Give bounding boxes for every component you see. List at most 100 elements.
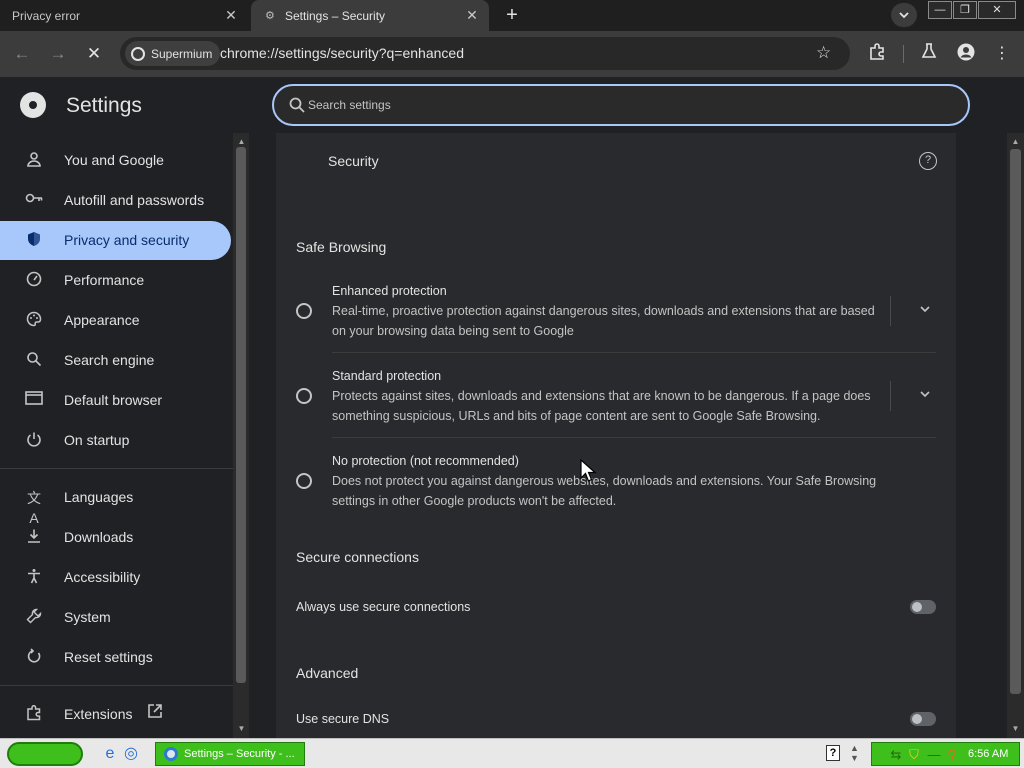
tab-settings-security[interactable]: ⚙ Settings – Security ✕	[251, 0, 489, 31]
start-button[interactable]	[7, 742, 83, 766]
scroll-up-arrow-icon[interactable]: ▲	[1011, 137, 1020, 146]
search-icon	[24, 351, 44, 371]
back-button[interactable]: ←	[10, 42, 34, 66]
scroll-down-arrow-icon[interactable]: ▼	[1011, 724, 1020, 733]
sidebar-item-autofill[interactable]: Autofill and passwords	[0, 181, 231, 220]
chevron-down-icon[interactable]	[917, 388, 933, 404]
omnibox[interactable]: Supermium chrome://settings/security?q=e…	[120, 37, 850, 70]
forward-button[interactable]: →	[46, 42, 70, 66]
option-divider	[332, 352, 936, 353]
internet-explorer-icon[interactable]: e	[100, 744, 120, 764]
option-separator	[890, 381, 891, 411]
option-title: Standard protection	[332, 369, 442, 383]
option-divider	[332, 437, 936, 438]
tab-title: Settings – Security	[285, 8, 386, 23]
new-tab-button[interactable]: +	[500, 4, 524, 26]
sidebar-item-performance[interactable]: Performance	[0, 261, 231, 300]
tab-search-button[interactable]	[891, 3, 917, 27]
sidebar-item-label: On startup	[64, 432, 130, 448]
power-icon	[24, 431, 44, 451]
safe-browsing-heading: Safe Browsing	[296, 239, 387, 255]
sidebar-item-privacy-and-security[interactable]: Privacy and security	[0, 221, 231, 260]
option-description: Does not protect you against dangerous w…	[332, 474, 877, 508]
tab-title: Privacy error	[12, 8, 81, 23]
page-scrollbar[interactable]: ▲ ▼	[1007, 133, 1024, 738]
sidebar-item-you-and-google[interactable]: You and Google	[0, 141, 231, 180]
sidebar-item-system[interactable]: System	[0, 598, 231, 637]
search-input[interactable]	[308, 95, 928, 115]
clock: 6:56 AM	[968, 748, 1009, 760]
sidebar-item-accessibility[interactable]: Accessibility	[0, 558, 231, 597]
search-tray-icon[interactable]: ⚲	[944, 747, 960, 763]
settings-main: Security ? Safe Browsing Enhanced protec…	[249, 133, 1007, 738]
enhanced-protection-radio[interactable]	[296, 303, 312, 319]
network-icon[interactable]: ⇆	[888, 747, 904, 763]
tray-expand-icon[interactable]: ▲ ▼	[850, 743, 859, 763]
person-icon	[24, 151, 44, 171]
chip-label: Supermium	[151, 46, 213, 61]
sidebar-item-label: Languages	[64, 489, 134, 505]
shield-icon	[24, 231, 44, 251]
url-text[interactable]: chrome://settings/security?q=enhanced	[220, 45, 464, 61]
security-shield-icon[interactable]: ⛉	[906, 747, 922, 763]
scrollbar-thumb[interactable]	[236, 147, 246, 683]
secure-dns-toggle[interactable]	[910, 712, 936, 726]
browser-logo-icon	[131, 46, 145, 61]
option-separator	[890, 296, 891, 326]
stop-loading-button[interactable]: ✕	[82, 42, 106, 66]
tab-privacy-error[interactable]: Privacy error ✕	[0, 0, 248, 31]
system-tray: ⇆ ⛉ — ⚲ 6:56 AM	[871, 742, 1020, 766]
no-protection-radio[interactable]	[296, 473, 312, 489]
bookmark-star-icon[interactable]: ☆	[816, 43, 831, 63]
help-icon[interactable]: ?	[919, 152, 937, 170]
always-secure-label: Always use secure connections	[296, 600, 471, 614]
browser-quicklaunch-icon[interactable]: ◎	[121, 744, 141, 764]
close-icon[interactable]: ✕	[224, 8, 238, 22]
reset-icon	[24, 648, 44, 668]
sidebar-item-label: Appearance	[64, 312, 140, 328]
sidebar-divider	[0, 685, 233, 686]
scroll-up-arrow-icon[interactable]: ▲	[237, 137, 246, 146]
close-icon[interactable]: ✕	[465, 8, 479, 22]
site-info-chip[interactable]: Supermium	[125, 41, 221, 66]
restore-button[interactable]: ❐	[953, 1, 977, 19]
sidebar-item-default-browser[interactable]: Default browser	[0, 381, 231, 420]
page-title: Settings	[66, 94, 142, 117]
chevron-down-icon[interactable]	[917, 303, 933, 319]
search-icon	[289, 97, 305, 113]
search-settings-box[interactable]	[272, 84, 970, 126]
profile-avatar-icon[interactable]	[955, 43, 977, 65]
labs-flask-icon[interactable]	[918, 43, 940, 65]
standard-protection-radio[interactable]	[296, 388, 312, 404]
help-icon[interactable]: ?	[826, 745, 840, 761]
sidebar-item-reset-settings[interactable]: Reset settings	[0, 638, 231, 677]
extensions-puzzle-icon[interactable]	[866, 43, 888, 65]
sidebar-item-languages[interactable]: 文A Languages	[0, 478, 231, 526]
option-description: Protects against sites, downloads and ex…	[332, 389, 871, 423]
sidebar-item-appearance[interactable]: Appearance	[0, 301, 231, 340]
sidebar-item-label: Search engine	[64, 352, 155, 368]
window-close-button[interactable]: ✕	[978, 1, 1016, 19]
always-secure-toggle[interactable]	[910, 600, 936, 614]
minimize-button[interactable]: —	[928, 1, 952, 19]
volume-icon[interactable]: —	[926, 747, 942, 763]
sidebar-scrollbar[interactable]: ▲ ▼	[233, 133, 249, 738]
chromium-logo-icon	[20, 92, 46, 118]
browser-toolbar: ← → ✕ Supermium chrome://settings/securi…	[0, 31, 1024, 77]
flask-icon	[921, 43, 937, 58]
settings-header: Settings	[0, 77, 1024, 133]
sidebar-item-downloads[interactable]: Downloads	[0, 518, 231, 557]
sidebar-item-extensions[interactable]: Extensions	[0, 695, 231, 734]
sidebar-item-search-engine[interactable]: Search engine	[0, 341, 231, 380]
option-description: Real-time, proactive protection against …	[332, 304, 875, 338]
scrollbar-thumb[interactable]	[1010, 149, 1021, 694]
taskbar-window-button[interactable]: Settings – Security - ...	[155, 742, 305, 766]
menu-kebab-icon[interactable]: ⋮	[991, 43, 1013, 65]
scroll-down-arrow-icon[interactable]: ▼	[237, 724, 246, 733]
taskbar-window-label: Settings – Security - ...	[184, 748, 295, 760]
puzzle-icon	[24, 704, 44, 725]
sidebar-item-on-startup[interactable]: On startup	[0, 421, 231, 460]
sidebar-item-label: Extensions	[64, 706, 133, 722]
puzzle-icon	[870, 43, 884, 60]
os-taskbar: e ◎ Settings – Security - ... ? ▲ ▼ ⇆ ⛉ —…	[0, 738, 1024, 768]
